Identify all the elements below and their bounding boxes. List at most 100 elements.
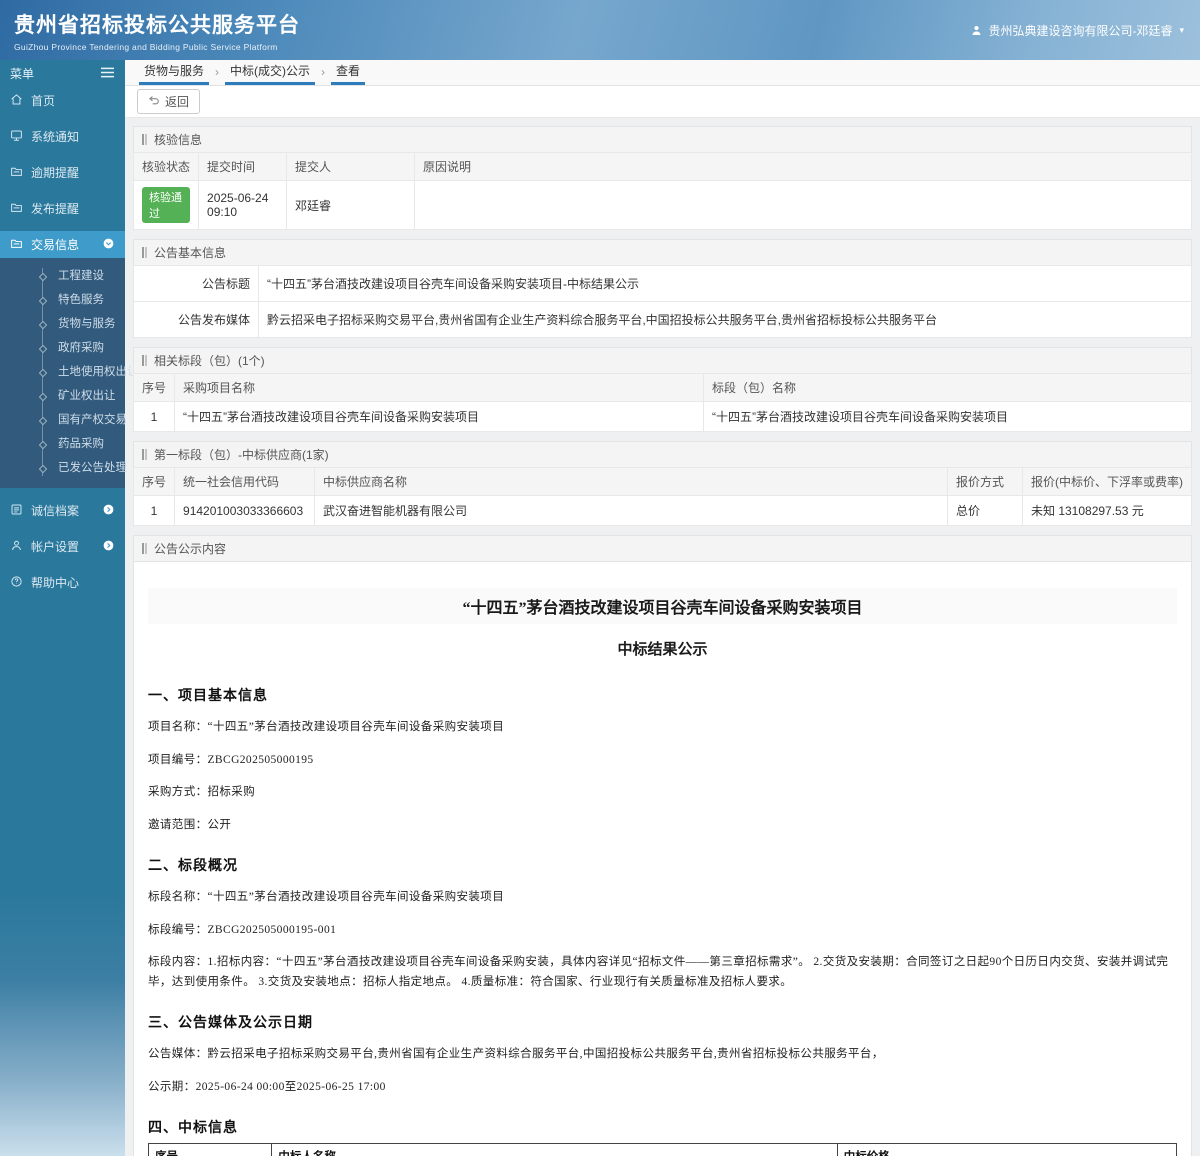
chevron-down-icon: ▾ (1179, 24, 1184, 35)
section-title: 核验信息 (154, 133, 203, 147)
breadcrumb: 货物与服务 › 中标(成交)公示 › 查看 (125, 60, 1200, 86)
sidebar-submenu-transaction: 工程建设 特色服务 货物与服务 政府采购 土地使用权出让 矿业权出让 国有产权交… (0, 258, 139, 488)
toolbar: 返回 (125, 86, 1200, 118)
sidebar-menu-header: 菜单 (0, 60, 125, 87)
breadcrumb-goods-services[interactable]: 货物与服务 (139, 60, 210, 85)
sidebar-item-transaction-info[interactable]: 交易信息 (0, 231, 125, 258)
related-project-name: “十四五”茅台酒技改建设项目谷壳车间设备采购安装项目 (174, 401, 705, 432)
submenu-item-drug-procurement[interactable]: 药品采购 (0, 432, 125, 456)
status-badge: 核验通过 (142, 187, 191, 223)
submenu-item-mining-rights[interactable]: 矿业权出让 (0, 384, 125, 408)
doc-heading-2: 二、标段概况 (148, 859, 238, 875)
main-content: 货物与服务 › 中标(成交)公示 › 查看 返回 核验信息 核验状态 提交时间 … (125, 60, 1200, 1156)
chevron-down-circle-icon (102, 237, 115, 253)
submenu-item-land-use-rights[interactable]: 土地使用权出让 (0, 360, 139, 384)
sidebar-item-home[interactable]: 首页 (0, 87, 125, 114)
winner-col-no: 序号 (132, 467, 176, 496)
table-row: 1 914201003033366603 武汉奋进智能机器有限公司 总价 未知 … (132, 495, 1192, 526)
submenu-item-published-announcements[interactable]: 已发公告处理 (0, 456, 127, 480)
person-icon (970, 24, 983, 37)
verify-person: 邓廷睿 (286, 180, 416, 230)
sidebar-item-overdue-reminder[interactable]: 逾期提醒 (0, 159, 125, 186)
related-section-name: “十四五”茅台酒技改建设项目谷壳车间设备采购安装项目 (703, 401, 1192, 432)
doc-line: 标段内容：1.招标内容：“十四五”茅台酒技改建设项目谷壳车间设备采购安装，具体内… (148, 956, 1169, 988)
award-col-no: 序号 (147, 1143, 273, 1156)
award-col-price: 中标价格 (836, 1143, 1178, 1156)
section-marker-icon (142, 134, 147, 145)
user-menu[interactable]: 贵州弘典建设咨询有限公司-邓廷睿 ▾ (970, 22, 1200, 39)
doc-heading-4: 四、中标信息 (148, 1121, 238, 1137)
breadcrumb-separator: › (215, 65, 220, 79)
winner-quote-price: 未知 13108297.53 元 (1022, 495, 1192, 526)
winner-supplier-name: 武汉奋进智能机器有限公司 (314, 495, 948, 526)
submenu-item-state-property[interactable]: 国有产权交易 (0, 408, 127, 432)
verify-section-header: 核验信息 (133, 126, 1192, 152)
sidebar-item-label: 系统通知 (31, 130, 80, 144)
back-arrow-icon (148, 94, 160, 109)
sidebar-item-account-settings[interactable]: 帐户设置 (0, 533, 125, 560)
doc-line: 标段编号：ZBCG202505000195-001 (148, 923, 337, 936)
section-title: 公告基本信息 (154, 246, 227, 260)
platform-subtitle: GuiZhou Province Tendering and Bidding P… (14, 41, 278, 52)
doc-line: 项目编号：ZBCG202505000195 (148, 753, 314, 766)
related-col-section: 标段（包）名称 (703, 373, 1192, 402)
platform-title: 贵州省招标投标公共服务平台 (14, 13, 300, 37)
award-col-name: 中标人名称 (271, 1143, 838, 1156)
platform-brand: 贵州省招标投标公共服务平台 GuiZhou Province Tendering… (0, 9, 300, 52)
sidebar-item-publish-reminder[interactable]: 发布提醒 (0, 195, 125, 222)
doc-line: 采购方式：招标采购 (148, 786, 256, 799)
verify-col-reason: 原因说明 (414, 152, 1192, 181)
sidebar-item-label: 帮助中心 (31, 576, 80, 590)
doc-line: 公示期：2025-06-24 00:00至2025-06-25 17:00 (148, 1080, 386, 1093)
winner-credit-code: 914201003033366603 (174, 495, 316, 526)
section-title: 公告公示内容 (154, 542, 227, 556)
announcement-media-label: 公告发布媒体 (133, 301, 259, 338)
doc-line: 项目名称：“十四五”茅台酒技改建设项目谷壳车间设备采购安装项目 (148, 721, 505, 733)
submenu-item-government-procurement[interactable]: 政府采购 (0, 336, 125, 360)
section-marker-icon (142, 543, 147, 554)
related-col-project: 采购项目名称 (174, 373, 705, 402)
announcement-title-label: 公告标题 (133, 265, 259, 302)
award-info-table: 序号 中标人名称 中标价格 1 武汉奋进智能机器有限公司 13108297.53… (147, 1143, 1178, 1156)
back-button[interactable]: 返回 (137, 89, 201, 114)
submenu-item-engineering[interactable]: 工程建设 (0, 264, 125, 288)
sidebar: 菜单 首页 系统通知 逾期提醒 发布提醒 交易信息 工程建设 特色服务 货物与服… (0, 60, 139, 1156)
submenu-item-special-services[interactable]: 特色服务 (0, 288, 125, 312)
verify-section: 核验信息 核验状态 提交时间 提交人 原因说明 核验通过 2025-06-24 … (132, 126, 1192, 230)
section-marker-icon (142, 355, 147, 366)
home-icon (10, 93, 23, 109)
back-button-label: 返回 (165, 95, 190, 109)
sidebar-item-system-notice[interactable]: 系统通知 (0, 123, 125, 150)
breadcrumb-view[interactable]: 查看 (331, 60, 366, 85)
sidebar-item-help-center[interactable]: 帮助中心 (0, 569, 125, 596)
announcement-basic-table: 公告标题 “十四五”茅台酒技改建设项目谷壳车间设备采购安装项目-中标结果公示 公… (133, 265, 1192, 338)
doc-line: 邀请范围：公开 (148, 818, 232, 831)
verify-table: 核验状态 提交时间 提交人 原因说明 核验通过 2025-06-24 09:10… (132, 152, 1192, 230)
hamburger-icon[interactable] (100, 66, 115, 82)
sidebar-item-label: 逾期提醒 (31, 166, 80, 180)
related-col-no: 序号 (132, 373, 176, 402)
folder-icon (10, 237, 23, 253)
breadcrumb-award-announcement[interactable]: 中标(成交)公示 (225, 60, 316, 85)
announcement-content-header: 公告公示内容 (133, 535, 1192, 561)
table-row: 公告发布媒体 黔云招采电子招标采购交易平台,贵州省国有企业生产资料综合服务平台,… (133, 301, 1192, 338)
announcement-basic-section: 公告基本信息 公告标题 “十四五”茅台酒技改建设项目谷壳车间设备采购安装项目-中… (133, 239, 1192, 338)
verify-row: 核验通过 2025-06-24 09:10 邓廷睿 (132, 180, 1192, 230)
related-sections-header: 相关标段（包）(1个) (133, 347, 1192, 373)
table-row: 公告标题 “十四五”茅台酒技改建设项目谷壳车间设备采购安装项目-中标结果公示 (133, 265, 1192, 302)
sidebar-item-label: 首页 (31, 94, 56, 108)
winner-col-name: 中标供应商名称 (314, 467, 948, 496)
section-title: 相关标段（包）(1个) (154, 354, 265, 368)
winner-col-method: 报价方式 (947, 467, 1023, 496)
related-sections-table: 序号 采购项目名称 标段（包）名称 1 “十四五”茅台酒技改建设项目谷壳车间设备… (132, 373, 1192, 432)
announcement-document: “十四五”茅台酒技改建设项目谷壳车间设备采购安装项目 中标结果公示 一、项目基本… (133, 561, 1192, 1156)
monitor-icon (10, 129, 23, 145)
folder-icon (10, 165, 23, 181)
sidebar-item-credit-archive[interactable]: 诚信档案 (0, 497, 125, 524)
verify-col-status: 核验状态 (132, 152, 200, 181)
winner-table: 序号 统一社会信用代码 中标供应商名称 报价方式 报价(中标价、下浮率或费率) … (132, 467, 1192, 526)
verify-time: 2025-06-24 09:10 (198, 180, 288, 230)
winner-section: 第一标段（包）-中标供应商(1家) 序号 统一社会信用代码 中标供应商名称 报价… (132, 441, 1192, 526)
submenu-item-goods-services[interactable]: 货物与服务 (0, 312, 125, 336)
winner-section-header: 第一标段（包）-中标供应商(1家) (133, 441, 1192, 467)
